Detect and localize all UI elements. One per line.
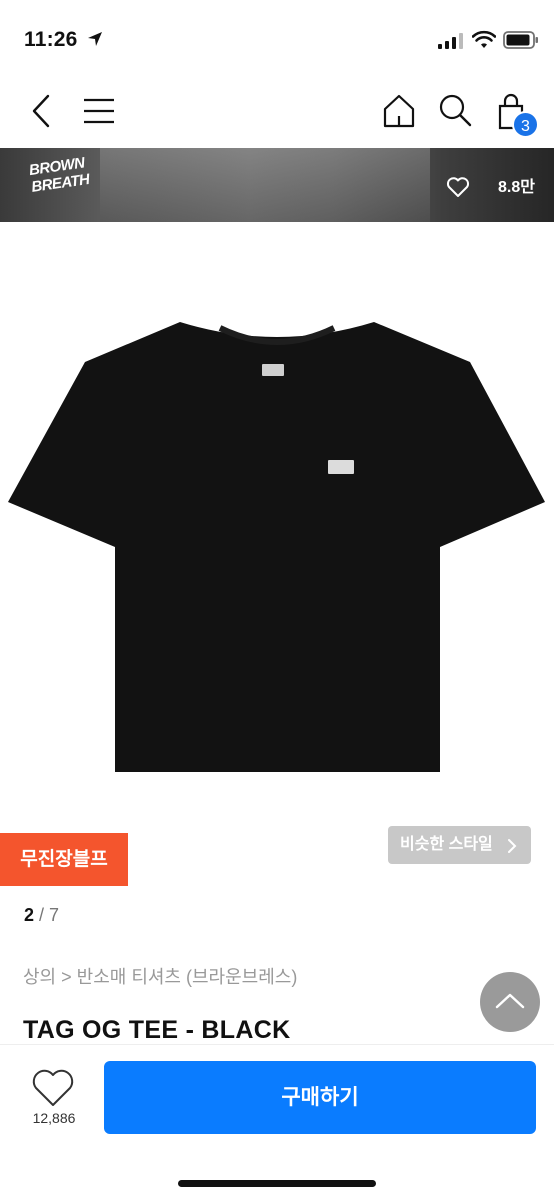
page-total: / 7 — [39, 905, 60, 925]
collar-logo — [262, 364, 284, 376]
chevron-right-icon — [508, 839, 517, 853]
banner-background — [100, 148, 430, 222]
wifi-icon — [472, 30, 496, 48]
brand-like-count: 8.8만 — [498, 179, 535, 196]
back-icon[interactable] — [26, 92, 60, 130]
promo-badge: 무진장블프 — [0, 833, 128, 886]
menu-icon[interactable] — [82, 96, 116, 126]
bottom-action-bar: 12,886 구매하기 — [0, 1044, 554, 1201]
tshirt-image — [8, 322, 545, 772]
status-time: 11:26 — [24, 28, 78, 51]
scroll-to-top-button[interactable] — [480, 972, 540, 1032]
product-title: TAG OG TEE - BLACK — [23, 1016, 291, 1044]
heart-icon[interactable] — [30, 1067, 76, 1109]
image-page-indicator: 2 / 7 — [24, 905, 59, 926]
brand-banner[interactable]: BROWN BREATH — [0, 148, 554, 222]
buy-button[interactable]: 구매하기 — [104, 1061, 536, 1134]
home-indicator — [178, 1180, 376, 1187]
chevron-up-icon — [495, 993, 525, 1009]
cart-count-badge: 3 — [512, 111, 539, 138]
heart-icon[interactable] — [446, 176, 470, 198]
top-nav — [0, 76, 554, 148]
battery-icon — [503, 31, 538, 49]
location-arrow-icon — [88, 32, 102, 46]
page-current: 2 — [24, 905, 35, 925]
product-image[interactable] — [0, 222, 554, 832]
search-icon[interactable] — [436, 92, 474, 130]
breadcrumb[interactable]: 상의 > 반소매 티셔츠 (브라운브레스) — [23, 963, 297, 989]
similar-style-button[interactable]: 비슷한 스타일 — [388, 826, 531, 864]
brand-logo: BROWN BREATH — [27, 154, 91, 196]
similar-style-label: 비슷한 스타일 — [400, 836, 493, 853]
home-icon[interactable] — [380, 92, 418, 130]
like-count: 12,886 — [32, 1110, 76, 1126]
status-bar: 11:26 — [0, 0, 554, 76]
chest-logo — [328, 460, 354, 474]
signal-icon — [438, 33, 463, 49]
